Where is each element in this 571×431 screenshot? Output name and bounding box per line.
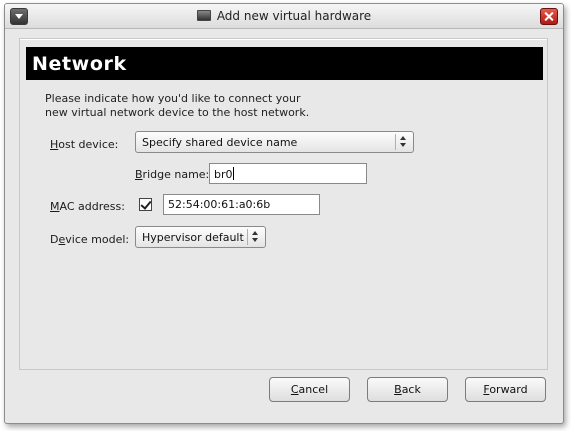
back-button[interactable]: Back bbox=[367, 377, 448, 402]
window-title: Add new virtual hardware bbox=[5, 9, 563, 23]
select-arrows-icon bbox=[395, 134, 410, 150]
host-device-select[interactable]: Specify shared device name bbox=[135, 131, 414, 153]
forward-button[interactable]: Forward bbox=[465, 377, 546, 402]
bridge-name-value: br0 bbox=[214, 168, 233, 181]
title-bar[interactable]: Add new virtual hardware bbox=[5, 4, 563, 29]
intro-line-2: new virtual network device to the host n… bbox=[45, 106, 310, 119]
intro-text: Please indicate how you'd like to connec… bbox=[45, 92, 345, 120]
page-banner: Network bbox=[26, 47, 543, 80]
host-device-label: Host device: bbox=[50, 138, 119, 151]
device-model-value: Hypervisor default bbox=[142, 231, 244, 244]
dialog-window: Add new virtual hardware Network Please … bbox=[4, 3, 564, 424]
host-device-value: Specify shared device name bbox=[142, 136, 298, 149]
content-panel: Network Please indicate how you'd like t… bbox=[19, 38, 548, 370]
text-caret bbox=[232, 167, 234, 180]
select-arrows-icon bbox=[247, 229, 262, 245]
device-model-label: Device model: bbox=[50, 233, 130, 246]
close-icon[interactable] bbox=[540, 8, 558, 25]
mac-address-label: MAC address: bbox=[50, 200, 125, 213]
monitor-icon bbox=[196, 10, 211, 21]
device-model-select[interactable]: Hypervisor default bbox=[135, 226, 266, 248]
mac-address-input[interactable]: 52:54:00:61:a0:6b bbox=[163, 194, 320, 215]
mac-address-value: 52:54:00:61:a0:6b bbox=[168, 198, 271, 211]
intro-line-1: Please indicate how you'd like to connec… bbox=[45, 92, 301, 105]
window-title-text: Add new virtual hardware bbox=[216, 9, 372, 23]
mac-address-checkbox[interactable] bbox=[139, 198, 152, 211]
bridge-name-input[interactable]: br0 bbox=[209, 163, 367, 184]
bridge-name-label: Bridge name: bbox=[135, 168, 210, 181]
page-title: Network bbox=[32, 53, 127, 75]
cancel-button[interactable]: Cancel bbox=[269, 377, 350, 402]
